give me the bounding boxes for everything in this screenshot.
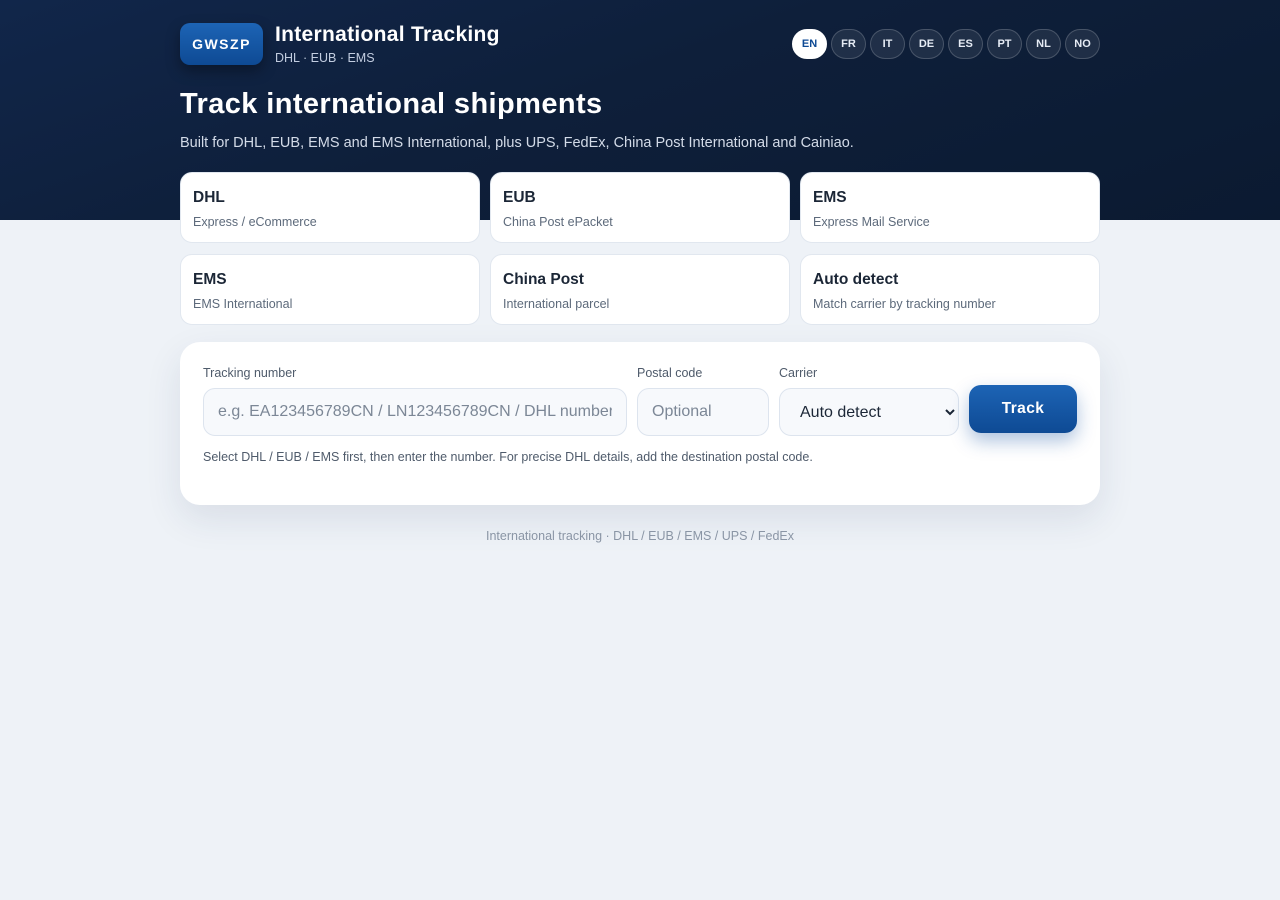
- lang-button-es[interactable]: ES: [948, 29, 983, 59]
- tracking-number-label: Tracking number: [203, 366, 297, 380]
- brand-subtitle: DHL · EUB · EMS: [275, 51, 375, 65]
- page-description: Built for DHL, EUB, EMS and EMS Internat…: [180, 135, 854, 151]
- carrier-card-subtitle: Match carrier by tracking number: [813, 297, 996, 311]
- tracking-form-panel: Tracking number Postal code Carrier Auto…: [180, 342, 1100, 505]
- lang-button-en[interactable]: EN: [792, 29, 827, 59]
- carrier-grid: DHL Express / eCommerce EUB China Post e…: [180, 172, 1100, 325]
- lang-button-fr[interactable]: FR: [831, 29, 866, 59]
- lang-button-pt[interactable]: PT: [987, 29, 1022, 59]
- carrier-label: Carrier: [779, 366, 818, 380]
- carrier-card-subtitle: Express Mail Service: [813, 215, 930, 229]
- carrier-card-title: EMS: [193, 271, 227, 288]
- carrier-card-subtitle: Express / eCommerce: [193, 215, 317, 229]
- lang-button-de[interactable]: DE: [909, 29, 944, 59]
- postal-code-label: Postal code: [637, 366, 703, 380]
- carrier-card-subtitle: EMS International: [193, 297, 293, 311]
- carrier-card-china-post[interactable]: China Post International parcel: [490, 254, 790, 325]
- carrier-card-title: EUB: [503, 189, 536, 206]
- track-button[interactable]: Track: [969, 385, 1077, 433]
- lang-button-nl[interactable]: NL: [1026, 29, 1061, 59]
- carrier-card-title: China Post: [503, 271, 584, 288]
- carrier-select[interactable]: Auto detect: [779, 388, 959, 436]
- postal-code-input[interactable]: [637, 388, 769, 436]
- page-title: Track international shipments: [180, 88, 603, 120]
- carrier-card-eub[interactable]: EUB China Post ePacket: [490, 172, 790, 243]
- carrier-card-dhl[interactable]: DHL Express / eCommerce: [180, 172, 480, 243]
- lang-button-no[interactable]: NO: [1065, 29, 1100, 59]
- footer-text: International tracking · DHL / EUB / EMS…: [486, 529, 794, 543]
- tracking-number-input[interactable]: [203, 388, 627, 436]
- carrier-card-title: EMS: [813, 189, 847, 206]
- carrier-card-ems[interactable]: EMS Express Mail Service: [800, 172, 1100, 243]
- brand-title: International Tracking: [275, 23, 500, 46]
- language-switcher: EN FR IT DE ES PT NL NO: [792, 29, 1100, 59]
- carrier-card-ems-international[interactable]: EMS EMS International: [180, 254, 480, 325]
- lang-button-it[interactable]: IT: [870, 29, 905, 59]
- form-hint: Select DHL / EUB / EMS first, then enter…: [203, 450, 813, 464]
- carrier-card-title: Auto detect: [813, 271, 899, 288]
- brand-logo[interactable]: GWSZP: [180, 23, 263, 65]
- header: GWSZP International Tracking DHL · EUB ·…: [180, 23, 1100, 67]
- carrier-card-subtitle: China Post ePacket: [503, 215, 613, 229]
- carrier-card-auto-detect[interactable]: Auto detect Match carrier by tracking nu…: [800, 254, 1100, 325]
- carrier-card-subtitle: International parcel: [503, 297, 610, 311]
- carrier-card-title: DHL: [193, 189, 225, 206]
